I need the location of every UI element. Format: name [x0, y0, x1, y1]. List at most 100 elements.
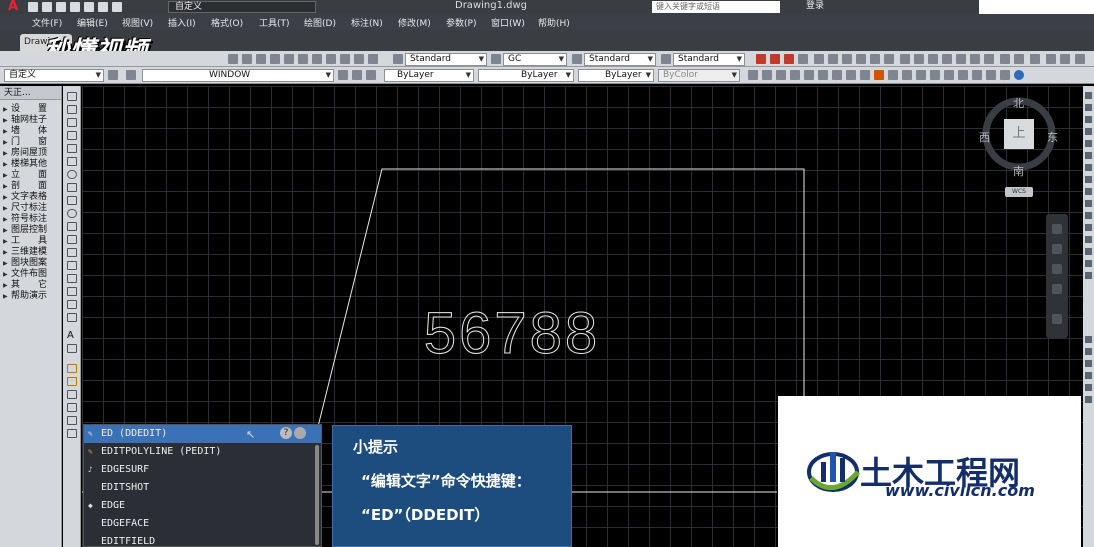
zoom-extents-icon[interactable]	[1052, 264, 1062, 274]
dim-linear-icon[interactable]	[756, 54, 766, 64]
mirror-icon[interactable]	[1075, 54, 1085, 64]
menu-file[interactable]: 文件(F)	[32, 16, 77, 29]
tianzheng-item-dimension[interactable]: ▶ 尺寸标注	[0, 203, 61, 214]
autocomplete-scrollbar[interactable]	[315, 445, 319, 545]
window-controls[interactable]	[979, 0, 1094, 14]
autocomplete-item-edgesurf[interactable]: ♪ EDGESURF	[84, 461, 321, 479]
text-style-select[interactable]: Standard ▼	[405, 53, 487, 66]
publish-icon[interactable]	[1014, 70, 1024, 80]
offset-icon[interactable]	[67, 403, 77, 412]
pan-icon[interactable]	[228, 54, 238, 64]
rotate-icon[interactable]	[1085, 164, 1092, 171]
osnap-intersection-icon[interactable]	[1085, 360, 1092, 367]
move-icon[interactable]	[1085, 152, 1092, 159]
app-logo[interactable]: A	[2, 0, 24, 14]
polygon-icon[interactable]	[67, 131, 77, 140]
tianzheng-item-help[interactable]: ▶ 帮助演示	[0, 291, 61, 302]
table-style-select[interactable]: Standard ▼	[584, 53, 656, 66]
design-center-icon[interactable]	[298, 54, 308, 64]
zoom-previous-icon[interactable]	[270, 54, 280, 64]
sheet-set-icon[interactable]	[326, 54, 336, 64]
osnap-quadrant-icon[interactable]	[1085, 384, 1092, 391]
insert-block-icon[interactable]	[67, 235, 77, 244]
make-current-icon[interactable]	[338, 70, 348, 80]
tianzheng-item-axis-column[interactable]: ▶ 轴网柱子	[0, 115, 61, 126]
hatch-icon[interactable]	[762, 70, 772, 80]
print-icon[interactable]	[84, 2, 94, 12]
stretch-icon[interactable]	[1085, 188, 1092, 195]
undo-icon[interactable]	[98, 2, 108, 12]
save-as-icon[interactable]	[70, 2, 80, 12]
polyline-icon[interactable]	[67, 118, 77, 127]
dim-update-icon[interactable]	[1030, 54, 1040, 64]
hatch-icon[interactable]	[67, 274, 77, 283]
region-icon[interactable]	[67, 300, 77, 309]
menu-parametric[interactable]: 参数(P)	[446, 16, 491, 29]
markup-icon[interactable]	[340, 54, 350, 64]
layer-properties-icon[interactable]	[126, 70, 136, 80]
tianzheng-item-settings[interactable]: ▶ 设 置	[0, 104, 61, 115]
help-icon[interactable]	[368, 54, 378, 64]
table-icon[interactable]	[818, 70, 828, 80]
menu-modify[interactable]: 修改(M)	[398, 16, 446, 29]
dim-baseline-icon[interactable]	[884, 54, 894, 64]
external-ref-icon[interactable]	[860, 70, 870, 80]
new-file-icon[interactable]	[28, 2, 38, 12]
autocomplete-item-editfield[interactable]: EDITFIELD	[84, 533, 321, 547]
attribute-icon[interactable]	[846, 70, 856, 80]
layer-unisolate-icon[interactable]	[972, 70, 982, 80]
tianzheng-item-symbol[interactable]: ▶ 符号标注	[0, 214, 61, 225]
drawing-text[interactable]: 56788	[423, 301, 600, 367]
tianzheng-item-elevation[interactable]: ▶ 立 面	[0, 170, 61, 181]
menu-draw[interactable]: 绘图(D)	[304, 16, 351, 29]
osnap-endpoint-icon[interactable]	[1085, 336, 1092, 343]
dim-angular-icon[interactable]	[856, 54, 866, 64]
quickcalc-icon[interactable]	[354, 54, 364, 64]
region-icon[interactable]	[804, 70, 814, 80]
dim-aligned-icon[interactable]	[770, 54, 780, 64]
gradient-icon[interactable]	[67, 287, 77, 296]
dim-style-select[interactable]: GC ▼	[503, 53, 567, 66]
scale-icon[interactable]	[1085, 176, 1092, 183]
erase-icon[interactable]	[1085, 92, 1092, 99]
tianzheng-item-section[interactable]: ▶ 剖 面	[0, 181, 61, 192]
mirror-icon[interactable]	[1085, 116, 1092, 123]
search-input[interactable]: 键入关键字或短语	[652, 1, 780, 13]
tolerance-icon[interactable]	[942, 54, 952, 64]
copy-to-layer-icon[interactable]	[986, 70, 996, 80]
osnap-midpoint-icon[interactable]	[1085, 348, 1092, 355]
dim-edit-icon[interactable]	[1000, 54, 1010, 64]
make-block-icon[interactable]	[67, 248, 77, 257]
login-link[interactable]: 登录	[806, 0, 824, 12]
autocomplete-item-edge[interactable]: ◆ EDGE	[84, 497, 321, 515]
save-icon[interactable]	[56, 2, 66, 12]
copy-icon[interactable]	[1060, 54, 1070, 64]
dim-continue-icon[interactable]	[900, 54, 910, 64]
tianzheng-item-text-table[interactable]: ▶ 文字表格	[0, 192, 61, 203]
layer-walk-icon[interactable]	[874, 70, 884, 80]
rectangle-icon[interactable]	[67, 144, 77, 153]
revision-cloud-icon[interactable]	[67, 183, 77, 192]
move-object-icon[interactable]	[67, 429, 77, 438]
copy-icon[interactable]	[1085, 104, 1092, 111]
copy-object-icon[interactable]	[67, 377, 77, 386]
tianzheng-item-tools[interactable]: ▶ 工 具	[0, 236, 61, 247]
linetype-select[interactable]: ByLayer ▼	[478, 69, 574, 82]
showmotion-icon[interactable]	[1052, 314, 1062, 324]
insert-block-icon[interactable]	[790, 70, 800, 80]
layer-lock-icon[interactable]	[930, 70, 940, 80]
internet-search-icon[interactable]	[294, 427, 306, 439]
menu-edit[interactable]: 编辑(E)	[77, 16, 122, 29]
pan-icon[interactable]	[1052, 244, 1062, 254]
fillet-icon[interactable]	[1085, 260, 1092, 267]
tianzheng-item-door-window[interactable]: ▶ 门 窗	[0, 137, 61, 148]
tianzheng-item-layout[interactable]: ▶ 文件布图	[0, 269, 61, 280]
construction-line-icon[interactable]	[67, 105, 77, 114]
menu-help[interactable]: 帮助(H)	[538, 16, 586, 29]
redo-icon[interactable]	[112, 2, 122, 12]
tianzheng-header[interactable]: 天正...	[0, 86, 61, 100]
layer-delete-icon[interactable]	[958, 70, 968, 80]
help-icon[interactable]: ?	[280, 427, 292, 439]
plot-style-select[interactable]: ByColor ▼	[658, 69, 740, 82]
tool-palettes-icon[interactable]	[312, 54, 322, 64]
